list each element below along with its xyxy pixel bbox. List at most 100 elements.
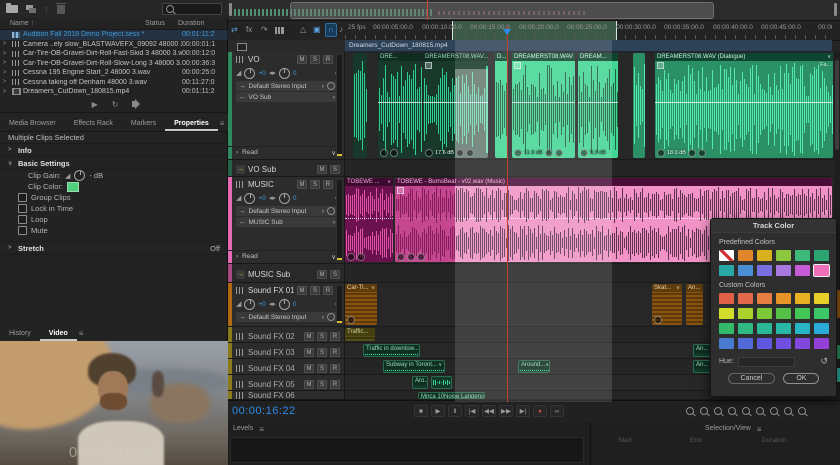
vo-track-lane[interactable]: DRE... DREAMERST08.WAV...∨ 17.6 dB D...	[345, 52, 840, 160]
monitor-input-icon[interactable]	[327, 207, 335, 215]
track-color-strip[interactable]	[228, 283, 232, 326]
clip-menu-icon[interactable]: ∨	[545, 361, 549, 369]
tab-properties[interactable]: Properties	[165, 115, 218, 131]
audio-clip[interactable]: Mnca 10Noise Langens mid...	[418, 392, 485, 399]
tab-markers[interactable]: Markers	[122, 115, 165, 131]
panel-menu-icon[interactable]: ≡	[757, 425, 762, 434]
clip-stretch-icon[interactable]	[417, 253, 425, 261]
track-header-music[interactable]: MUSIC M S R ◢ +0 ◂▸ 0 ∞	[228, 177, 345, 264]
ok-button[interactable]: OK	[783, 373, 819, 384]
color-swatch[interactable]	[814, 338, 829, 349]
fade-handle[interactable]	[657, 62, 664, 69]
tab-media-browser[interactable]: Media Browser	[0, 115, 65, 131]
expand-icon[interactable]: >	[0, 51, 9, 57]
loop-playback-button[interactable]: ∞	[550, 405, 564, 417]
color-swatch[interactable]	[738, 265, 753, 276]
mute-button[interactable]: M	[317, 270, 327, 279]
clip-gain-knob[interactable]	[74, 170, 85, 181]
mute-button[interactable]: M	[304, 380, 314, 389]
clip-comment-icon[interactable]	[698, 149, 706, 157]
color-swatch[interactable]	[738, 250, 753, 261]
reset-icon[interactable]: ↺	[820, 356, 828, 367]
arm-button[interactable]: R	[323, 180, 333, 189]
hue-value[interactable]	[738, 357, 795, 367]
clip-gain-icon[interactable]	[380, 149, 388, 157]
panel-menu-icon[interactable]: ≡	[259, 425, 264, 434]
track-header-fx3[interactable]: Sound FX 03 M S R	[228, 343, 345, 359]
clip-gain-icon[interactable]	[654, 316, 662, 324]
color-swatch[interactable]	[795, 323, 810, 334]
color-swatch[interactable]	[776, 338, 791, 349]
clip-gain-icon[interactable]	[347, 316, 355, 324]
expand-icon[interactable]: >	[0, 60, 9, 66]
color-swatch[interactable]	[738, 293, 753, 304]
pause-button[interactable]: Ⅱ	[448, 405, 462, 417]
solo-button[interactable]: S	[330, 270, 340, 279]
clip-menu-icon[interactable]: ∨	[676, 284, 680, 292]
clip-gain-icon[interactable]	[397, 253, 405, 261]
zoom-in-time-button[interactable]	[714, 407, 722, 415]
audio-clip[interactable]: Traffic...	[345, 328, 375, 341]
solo-button[interactable]: S	[310, 286, 320, 295]
audio-clip[interactable]: DREAMERST08.WAV...∨ 17.6 dB	[423, 53, 488, 158]
audio-clip[interactable]	[353, 53, 367, 158]
pan-knob[interactable]	[279, 299, 290, 310]
color-swatch[interactable]	[795, 293, 810, 304]
info-section[interactable]: >Info	[0, 144, 228, 157]
track-header-music-sub[interactable]: → MUSIC Sub M S	[228, 264, 345, 283]
panel-menu-icon[interactable]: ≡	[79, 329, 84, 338]
file-row[interactable]: > Camera ..ely slow_BLASTWAVEFX_09092 48…	[0, 40, 228, 50]
input-selector[interactable]: → Default Stereo Input ›	[236, 312, 338, 322]
solo-button[interactable]: S	[330, 165, 340, 174]
clip-gain-icon[interactable]	[657, 149, 665, 157]
zoom-full-button[interactable]	[798, 407, 806, 415]
file-row[interactable]: > Cessna taking off Denham 48000 3.wav 0…	[0, 78, 228, 88]
clip-menu-icon[interactable]: ∨	[371, 284, 375, 292]
file-row[interactable]: > Car-Tire-OB-Gravel-Dirt-Roll-Fast-Skid…	[0, 49, 228, 59]
file-row[interactable]: Audition Fall 2018 Demo Project.sesx * 0…	[0, 30, 228, 40]
color-swatch[interactable]	[776, 250, 791, 261]
column-status[interactable]: Status	[145, 20, 178, 27]
vo-sub-lane[interactable]	[345, 160, 840, 177]
track-color-strip[interactable]	[228, 359, 232, 374]
overview-view-region[interactable]	[290, 2, 714, 19]
mute-checkbox[interactable]	[18, 226, 27, 235]
audio-clip[interactable]: An...	[686, 284, 703, 325]
crossfade-icon[interactable]: ↷	[261, 24, 268, 36]
color-swatch[interactable]	[814, 293, 829, 304]
zoom-to-selection-button[interactable]	[770, 407, 778, 415]
overview-right-handle[interactable]	[834, 3, 837, 16]
clip-stretch-icon[interactable]	[390, 149, 398, 157]
color-swatch[interactable]	[719, 293, 734, 304]
fade-handle[interactable]	[514, 62, 521, 69]
solo-button[interactable]: S	[317, 332, 327, 341]
video-track-clip[interactable]: Dreamers_CutDown_180815.mp4	[345, 40, 832, 52]
clip-gain-icon[interactable]	[425, 149, 433, 157]
expand-icon[interactable]: >	[0, 70, 9, 76]
color-swatch[interactable]	[719, 308, 734, 319]
go-to-end-button[interactable]: ▶|	[516, 405, 530, 417]
color-swatch[interactable]	[757, 308, 772, 319]
color-swatch[interactable]	[757, 293, 772, 304]
snap-magnet-icon[interactable]: ∩	[325, 23, 337, 37]
expand-icon[interactable]: >	[0, 89, 9, 95]
record-button[interactable]: ●	[533, 405, 547, 417]
volume-knob[interactable]	[244, 299, 255, 310]
color-swatch[interactable]	[795, 265, 810, 276]
solo-button[interactable]: S	[310, 55, 320, 64]
audio-clip[interactable]: Around...∨	[518, 360, 550, 373]
automation-mode-selector[interactable]: › Read ∨	[228, 146, 336, 158]
color-swatch[interactable]	[776, 323, 791, 334]
volume-knob[interactable]	[244, 193, 255, 204]
color-swatch[interactable]	[795, 338, 810, 349]
audio-clip[interactable]: DREAMERST08.WAV (Dialogue)∨ Fa... 18.0 d…	[655, 53, 833, 158]
tab-video[interactable]: Video	[40, 325, 77, 341]
effects-icon[interactable]: fx	[246, 24, 252, 36]
audio-clip[interactable]: Aro...	[412, 376, 428, 389]
solo-button[interactable]: S	[310, 180, 320, 189]
mute-button[interactable]: M	[297, 55, 307, 64]
trash-icon[interactable]	[57, 5, 65, 14]
fade-handle[interactable]	[397, 187, 404, 194]
clip-menu-icon[interactable]: ∨	[438, 361, 442, 369]
input-selector[interactable]: → Default Stereo Input ›	[236, 81, 338, 91]
